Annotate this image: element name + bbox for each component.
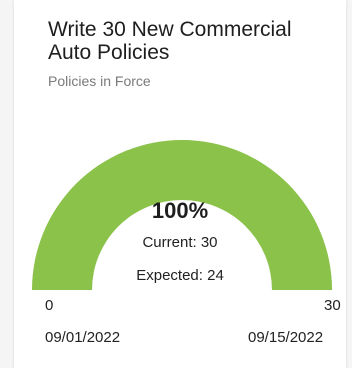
gauge-end-date: 09/15/2022 (248, 329, 324, 346)
gauge-min-label: 0 (45, 297, 54, 314)
gauge-percent: 100% (151, 198, 209, 223)
gauge-start-date: 09/01/2022 (45, 329, 121, 346)
gauge-max-label: 30 (324, 297, 341, 314)
gauge-current: Current: 30 (142, 234, 218, 251)
gauge-expected: Expected: 24 (136, 267, 224, 284)
goal-subtitle: Policies in Force (48, 73, 151, 89)
goal-title: Write 30 New Commercial Auto Policies (48, 18, 292, 64)
progress-gauge (32, 140, 332, 290)
goal-card: Write 30 New Commercial Auto Policies Po… (14, 0, 346, 368)
